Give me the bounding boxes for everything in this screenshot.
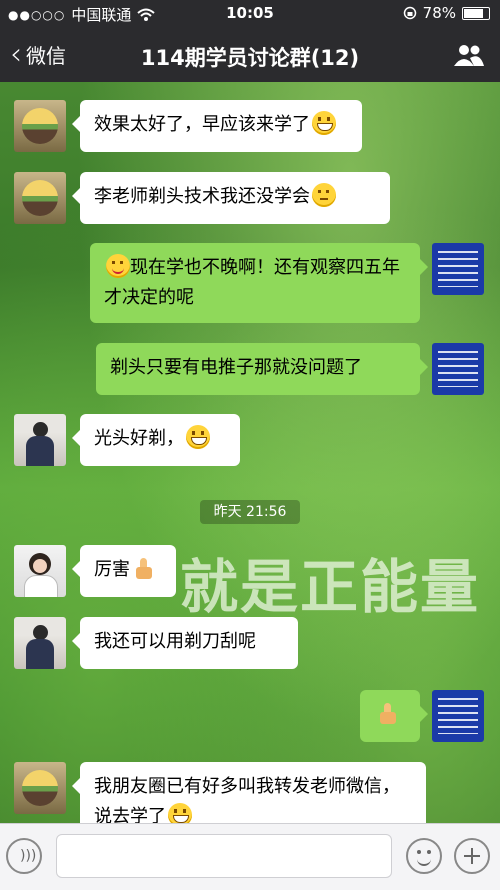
input-bar: ))) [0,823,500,890]
avatar[interactable] [432,343,484,395]
avatar[interactable] [14,100,66,152]
voice-input-button[interactable]: ))) [6,838,42,874]
avatar[interactable] [14,617,66,669]
message-bubble[interactable]: 厉害 [72,545,176,597]
group-members-icon[interactable] [452,42,486,68]
message-text: 我朋友圈已有好多叫我转发老师微信，说去学了 [94,776,400,827]
more-options-button[interactable] [454,838,490,874]
message-text: 我还可以用剃刀刮呢 [94,631,256,652]
status-bar: ●●○○○ 中国联通 10:05 78% [0,0,500,26]
wallpaper-text: 就是正能量 [180,553,481,621]
avatar[interactable] [14,762,66,814]
message-bubble[interactable]: 我还可以用剃刀刮呢 [72,617,298,669]
grin-emoji-icon [312,111,336,135]
message-text: 厉害 [94,559,130,580]
message-bubble[interactable]: 效果太好了，早应该来学了 [72,100,362,152]
message-bubble[interactable]: 剃头只要有电推子那就没问题了 [96,343,428,395]
avatar[interactable] [432,690,484,742]
rotation-lock-icon [403,6,416,20]
message-text: 剃头只要有电推子那就没问题了 [110,357,362,378]
emoji-button[interactable] [406,838,442,874]
message-text: 光头好剃， [94,428,184,449]
thumbs-up-icon [133,556,155,580]
grin-emoji-icon [186,425,210,449]
message-bubble[interactable] [360,690,428,742]
message-text: 现在学也不晚啊！还有观察四五年才决定的呢 [104,257,400,308]
avatar[interactable] [14,545,66,597]
message-bubble[interactable]: 现在学也不晚啊！还有观察四五年才决定的呢 [90,243,428,323]
message-bubble[interactable]: 光头好剃， [72,414,240,466]
smile-emoji-icon [106,254,130,278]
battery-percent: 78% [422,4,456,22]
chat-title: 114期学员讨论群(12) [140,46,360,70]
nav-bar: ‹ 微信 114期学员讨论群(12) [0,30,500,82]
message-text: 效果太好了，早应该来学了 [94,114,310,135]
avatar[interactable] [432,243,484,295]
message-input[interactable] [56,834,392,878]
top-bar: ●●○○○ 中国联通 10:05 78% ‹ 微信 114期学员讨论群(12) [0,0,500,82]
thinking-emoji-icon [312,183,336,207]
voice-icon: ))) [20,848,37,864]
battery-icon [462,6,490,20]
avatar[interactable] [14,414,66,466]
avatar[interactable] [14,172,66,224]
message-text: 李老师剃头技术我还没学会 [94,186,310,207]
timestamp: 昨天 21:56 [200,500,300,524]
thumbs-up-icon [377,701,399,725]
message-bubble[interactable]: 李老师剃头技术我还没学会 [72,172,390,224]
